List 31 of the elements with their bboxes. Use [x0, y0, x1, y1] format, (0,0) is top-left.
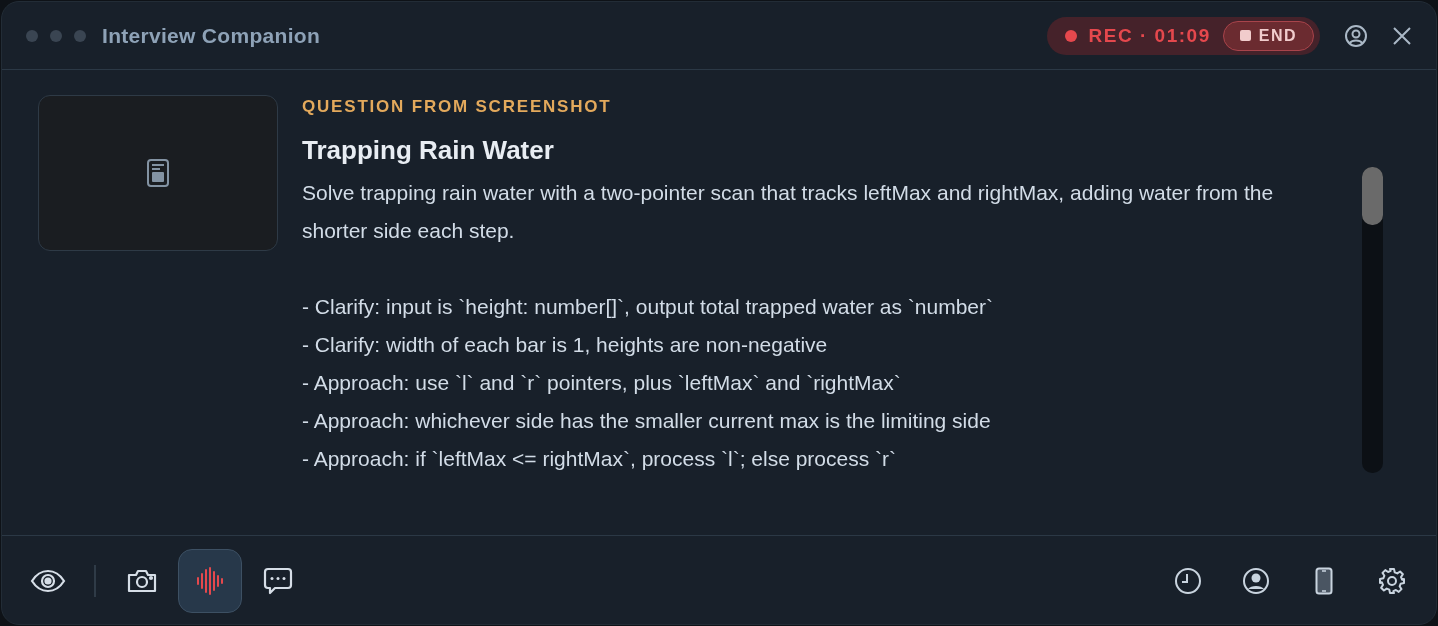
window-title: Interview Companion: [102, 23, 321, 48]
waveform-icon: [196, 566, 223, 595]
profile-icon: [1242, 566, 1270, 595]
answer-point: - Clarify: width of each bar is 1, heights are non-negative: [302, 332, 829, 358]
window-control-dot[interactable]: [74, 29, 86, 42]
close-icon[interactable]: [1392, 25, 1412, 46]
stop-icon: [1239, 30, 1251, 41]
window-control-dot[interactable]: [26, 29, 38, 42]
waveform-button[interactable]: [177, 548, 242, 613]
window-control-dot[interactable]: [50, 29, 62, 42]
question-title: Trapping Rain Water: [302, 135, 555, 166]
scrollbar-thumb[interactable]: [1362, 167, 1383, 225]
answer-point: - Clarify: input is `height: number[]`, output total trapped water as `number`: [302, 294, 994, 320]
settings-icon: [1378, 566, 1406, 595]
eye-icon: [30, 568, 66, 593]
profile-icon[interactable]: [1344, 23, 1368, 48]
recording-dot-icon: [1064, 29, 1077, 42]
answer-summary: Solve trapping rain water with a two-pointer scan that tracks leftMax and rightMax, adding water from the shorter side each step.: [302, 180, 1275, 244]
document-icon: [147, 159, 169, 187]
answer-point: - Approach: use `l` and `r` pointers, plus `leftMax` and `rightMax`: [302, 370, 902, 396]
chat-icon: [262, 566, 293, 595]
screenshot-thumbnail[interactable]: [38, 95, 278, 251]
answer-point: - Approach: if `leftMax <= rightMax`, process `l`; else process `r`: [302, 446, 898, 472]
phone-icon: [1315, 566, 1333, 595]
section-label: QUESTION FROM SCREENSHOT: [302, 97, 613, 117]
camera-icon: [125, 567, 158, 594]
clock-icon: [1174, 566, 1202, 595]
recording-status: REC · 01:09: [1088, 24, 1211, 47]
answer-point: - Approach: whichever side has the smaller current max is the limiting side: [302, 408, 992, 434]
end-button[interactable]: END: [1222, 20, 1314, 51]
scrollbar-track[interactable]: [1362, 167, 1383, 473]
